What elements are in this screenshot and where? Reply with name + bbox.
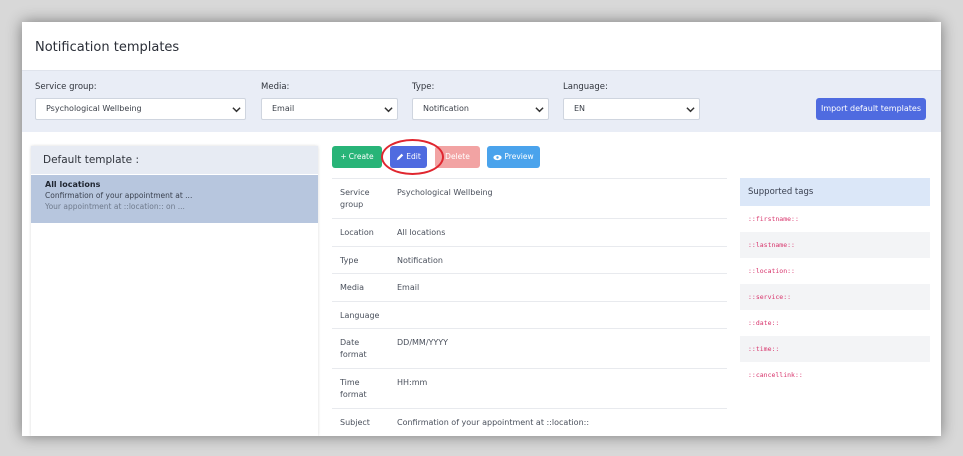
page-title: Notification templates	[35, 40, 180, 55]
template-item-title: All locations	[45, 180, 101, 189]
service-group-select[interactable]: Psychological Wellbeing	[35, 98, 246, 120]
detail-row-service-group: Service group Psychological Wellbeing	[332, 178, 727, 218]
template-details: Service group Psychological Wellbeing Lo…	[332, 178, 727, 436]
type-label: Type:	[412, 82, 435, 92]
service-group-value: Psychological Wellbeing	[46, 104, 142, 113]
tag-item: ::firstname::	[748, 215, 799, 223]
detail-value: Email	[397, 283, 420, 292]
eye-icon	[493, 154, 503, 160]
detail-key: Type	[340, 256, 359, 265]
detail-key: Subject	[340, 418, 370, 427]
detail-value: Notification	[397, 256, 443, 265]
service-group-label: Service group:	[35, 82, 97, 92]
delete-label: Delete	[445, 152, 470, 161]
type-value: Notification	[423, 104, 469, 113]
chevron-down-icon	[686, 107, 695, 113]
edit-highlight-annotation	[381, 139, 444, 175]
media-value: Email	[272, 104, 295, 113]
tag-item: ::date::	[748, 319, 780, 327]
language-value: EN	[574, 104, 586, 113]
language-label: Language:	[563, 82, 608, 92]
preview-button[interactable]: Preview	[487, 146, 540, 168]
detail-key: Location	[340, 228, 374, 237]
template-item-subject: Confirmation of your appointment at ...	[45, 191, 193, 200]
detail-row-type: Type Notification	[332, 246, 727, 273]
detail-value: Psychological Wellbeing	[397, 188, 493, 197]
create-label: Create	[348, 152, 374, 161]
tag-item: ::lastname::	[740, 232, 930, 258]
detail-row-location: Location All locations	[332, 218, 727, 246]
plus-icon: +	[340, 152, 347, 161]
type-select[interactable]: Notification	[412, 98, 549, 120]
filter-bar: Service group: Psychological Wellbeing M…	[22, 70, 941, 132]
create-button[interactable]: + Create	[332, 146, 382, 168]
detail-key: Media	[340, 283, 365, 292]
chevron-down-icon	[232, 107, 241, 113]
tag-item: ::service::	[740, 284, 930, 310]
language-select[interactable]: EN	[563, 98, 700, 120]
tag-item: ::time::	[740, 336, 930, 362]
template-list-item[interactable]: All locations Confirmation of your appoi…	[31, 175, 318, 223]
import-default-templates-button[interactable]: Import default templates	[816, 98, 926, 120]
detail-row-language: Language	[332, 301, 727, 328]
detail-value: DD/MM/YYYY	[397, 338, 449, 347]
supported-tags-title: Supported tags	[740, 178, 930, 206]
tag-item: ::location::	[748, 267, 795, 275]
detail-row-date-format: Date format DD/MM/YYYY	[332, 328, 727, 368]
notification-templates-window: Notification templates Service group: Ps…	[22, 22, 941, 436]
default-template-title: Default template :	[31, 146, 318, 174]
media-label: Media:	[261, 82, 290, 92]
detail-key: Date format	[340, 338, 367, 359]
supported-tags-panel: Supported tags ::firstname:: ::lastname:…	[740, 178, 930, 388]
detail-value: Confirmation of your appointment at ::lo…	[397, 418, 590, 427]
tag-item: ::cancellink::	[748, 371, 803, 379]
detail-value: HH:mm	[397, 378, 428, 387]
detail-key: Language	[340, 311, 380, 320]
detail-key: Time format	[340, 378, 367, 399]
default-template-panel: Default template : All locations Confirm…	[31, 146, 318, 436]
detail-value: All locations	[397, 228, 446, 237]
chevron-down-icon	[535, 107, 544, 113]
detail-row-time-format: Time format HH:mm	[332, 368, 727, 408]
media-select[interactable]: Email	[261, 98, 398, 120]
detail-key: Service group	[340, 188, 370, 209]
template-item-preview: Your appointment at ::location:: on ...	[45, 202, 185, 211]
detail-row-subject: Subject Confirmation of your appointment…	[332, 408, 727, 436]
chevron-down-icon	[384, 107, 393, 113]
preview-label: Preview	[504, 152, 534, 161]
detail-row-media: Media Email	[332, 273, 727, 301]
